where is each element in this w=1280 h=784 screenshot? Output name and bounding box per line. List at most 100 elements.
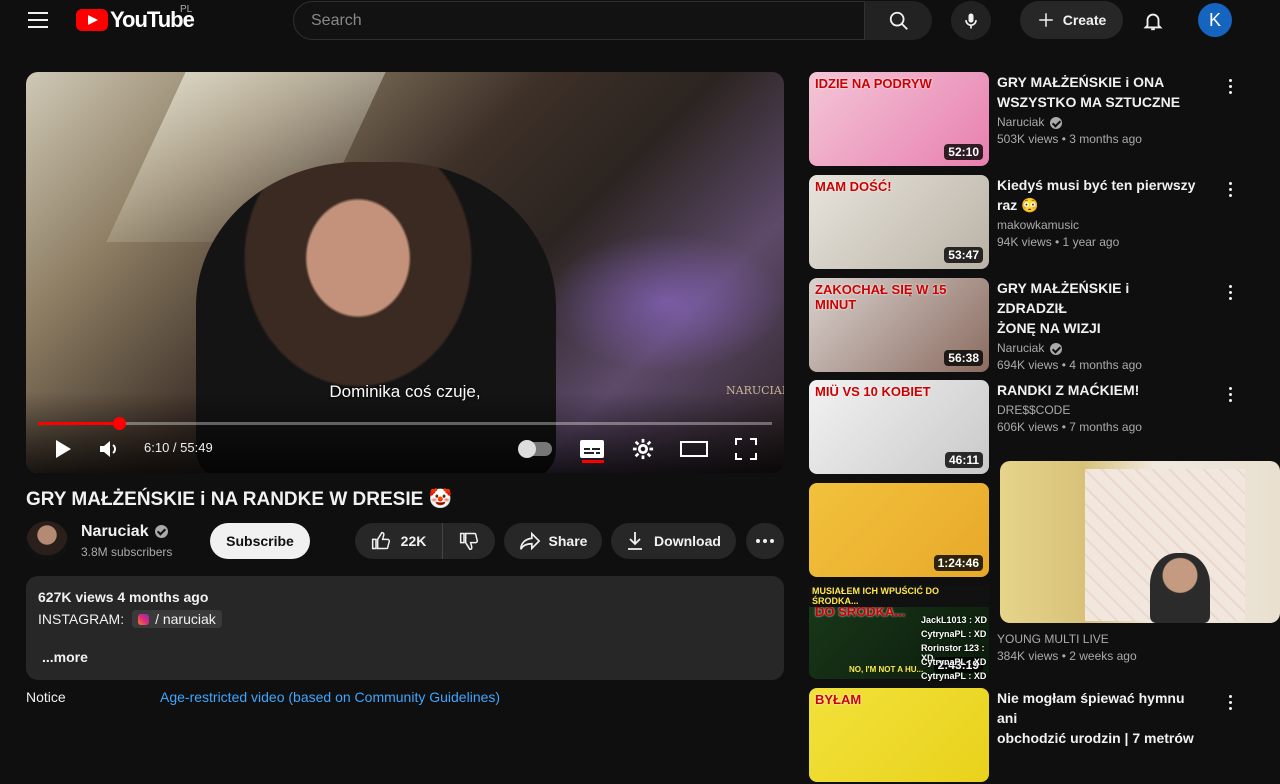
sidebar-video-item[interactable]: BYŁAM Nie mogłam śpiewać hymnu ani obchodz… (809, 688, 1249, 784)
subtitles-button[interactable] (575, 436, 609, 462)
search-button[interactable] (865, 1, 932, 40)
video-thumbnail[interactable]: 1:24:46 (809, 483, 989, 577)
play-icon (56, 440, 71, 458)
video-channel[interactable]: Naruciak (997, 115, 1044, 129)
instagram-line: INSTAGRAM: / naruciak (38, 610, 222, 628)
instagram-label: INSTAGRAM: (38, 611, 125, 627)
video-channel-row: Naruciak (997, 112, 1227, 132)
video-channel[interactable]: makowkamusic (997, 218, 1079, 232)
account-avatar[interactable]: K (1198, 3, 1232, 37)
video-channel[interactable]: Naruciak (997, 341, 1044, 355)
share-button[interactable]: Share (504, 523, 602, 559)
more-vertical-icon[interactable] (1222, 384, 1238, 404)
more-vertical-icon[interactable] (1222, 179, 1238, 199)
video-title-line-2: WSZYSTKO MA SZTUCZNE (997, 94, 1181, 110)
subscribe-button[interactable]: Subscribe (210, 523, 310, 559)
menu-icon[interactable] (28, 12, 48, 28)
channel-avatar[interactable] (26, 521, 68, 561)
thumbnail-text: MUSIAŁEM ICH WPUŚCIĆ DO ŚRODKA... (815, 589, 976, 619)
scene-purple-glow (546, 232, 784, 372)
video-info: Kiedyś musi być ten pierwszy raz 😳 makowka… (997, 175, 1227, 249)
microphone-icon (965, 13, 977, 28)
instagram-link[interactable]: / naruciak (132, 610, 222, 628)
video-duration: 52:10 (944, 144, 983, 160)
video-thumbnail[interactable]: IDZIE NA PODRYW 52:10 (809, 72, 989, 166)
video-duration: 46:11 (944, 452, 983, 468)
mute-button[interactable] (92, 436, 126, 462)
video-title-line-2: obchodzić urodzin | 7 metrów (997, 730, 1194, 746)
like-count: 22K (400, 533, 427, 549)
video-thumbnail[interactable]: MIÜ VS 10 KOBIET 46:11 (809, 380, 989, 474)
video-duration: 53:47 (944, 247, 983, 263)
controls-gradient (26, 392, 784, 473)
notice-link[interactable]: Age-restricted video (based on Community… (160, 689, 500, 705)
progress-bar[interactable] (38, 422, 772, 425)
create-button[interactable]: Create (1020, 1, 1123, 39)
like-dislike-group: 22K (355, 523, 495, 559)
volume-icon (100, 441, 116, 457)
thumbs-down-icon (459, 532, 479, 551)
sidebar-video-item[interactable]: ZAKOCHAŁ SIĘ W 15 MINUT 56:38 GRY MAŁŻEŃSK… (809, 278, 1249, 374)
video-info: RANDKI Z MAĆKIEM! DRE$$CODE 606K views • 7… (997, 380, 1227, 434)
progress-scrubber[interactable] (113, 417, 127, 430)
video-thumbnail[interactable]: MUSIAŁEM ICH WPUŚCIĆ DO ŚRODKA... 2:43:19 (809, 585, 989, 679)
webcam-overlay (1000, 461, 1280, 623)
video-thumbnail[interactable]: MAM DOŚĆ! 53:47 (809, 175, 989, 269)
more-vertical-icon[interactable] (1222, 282, 1238, 302)
sidebar-video-item[interactable]: MAM DOŚĆ! 53:47 Kiedyś musi być ten pierws… (809, 175, 1249, 271)
download-button[interactable]: Download (611, 523, 736, 559)
search-input[interactable]: Search (293, 1, 865, 40)
video-channel[interactable]: DRE$$CODE (997, 403, 1070, 417)
verified-icon (1050, 342, 1063, 355)
play-button[interactable] (46, 436, 80, 462)
webcam-person (1150, 553, 1210, 623)
show-more-link[interactable]: ...more (42, 649, 88, 665)
video-meta: 606K views • 7 months ago (997, 420, 1142, 434)
settings-button[interactable] (626, 436, 660, 462)
view-stats: 627K views 4 months ago (38, 589, 209, 605)
verified-icon (1050, 116, 1063, 129)
sidebar-video-item[interactable]: IDZIE NA PODRYW 52:10 GRY MAŁŻEŃSKIE i ONA… (809, 72, 1249, 168)
video-thumbnail[interactable]: ZAKOCHAŁ SIĘ W 15 MINUT 56:38 (809, 278, 989, 372)
bell-icon (1143, 13, 1163, 31)
more-vertical-icon[interactable] (1222, 692, 1238, 712)
video-info: GRY MAŁŻEŃSKIE i ONA WSZYSTKO MA SZTUCZNE… (997, 72, 1227, 146)
theater-mode-button[interactable] (677, 436, 711, 462)
video-title-line-1: Nie mogłam śpiewać hymnu ani (997, 690, 1185, 726)
top-bar: YouTube PL Search Create K (0, 0, 1280, 40)
closed-captions-icon (580, 440, 604, 458)
video-channel[interactable]: YOUNG MULTI LIVE (997, 632, 1109, 646)
notifications-button[interactable] (1138, 6, 1168, 36)
thumbnail-text: MAM DOŚĆ! (815, 179, 892, 194)
country-code: PL (180, 4, 193, 15)
plus-icon (1038, 13, 1053, 27)
video-channel-row: Naruciak (997, 338, 1227, 358)
fullscreen-button[interactable] (729, 436, 763, 462)
channel-name[interactable]: Naruciak (81, 523, 168, 541)
youtube-logo[interactable]: YouTube PL (76, 4, 195, 32)
more-vertical-icon[interactable] (1222, 76, 1238, 96)
video-player[interactable]: Dominika coś czuje, NARUCIAK 6:10 / 55:4… (26, 72, 784, 473)
voice-search-button[interactable] (951, 1, 991, 40)
like-button[interactable]: 22K (355, 523, 443, 559)
more-horizontal-icon (756, 539, 774, 543)
download-label: Download (654, 533, 721, 549)
video-title-line-2: raz 😳 (997, 197, 1039, 213)
video-channel-row: DRE$$CODE (997, 400, 1227, 420)
page-scrollbar[interactable] (1268, 0, 1280, 720)
video-info: GRY MAŁŻEŃSKIE i ZDRADZIŁ ŻONĘ NA WIZJI Na… (997, 278, 1227, 372)
verified-icon (154, 525, 168, 539)
autoplay-toggle[interactable] (518, 440, 552, 458)
video-title-line-2: ŻONĘ NA WIZJI (997, 320, 1101, 336)
dislike-button[interactable] (443, 531, 495, 551)
share-label: Share (548, 533, 588, 549)
gear-icon (632, 438, 654, 460)
more-actions-button[interactable] (746, 523, 784, 559)
video-meta: 503K views • 3 months ago (997, 132, 1142, 146)
youtube-play-icon (76, 9, 108, 31)
video-meta: 694K views • 4 months ago (997, 358, 1142, 372)
share-icon (519, 531, 540, 551)
subscriber-count: 3.8M subscribers (81, 545, 173, 559)
video-duration: 56:38 (944, 350, 983, 366)
video-thumbnail[interactable]: BYŁAM (809, 688, 989, 782)
